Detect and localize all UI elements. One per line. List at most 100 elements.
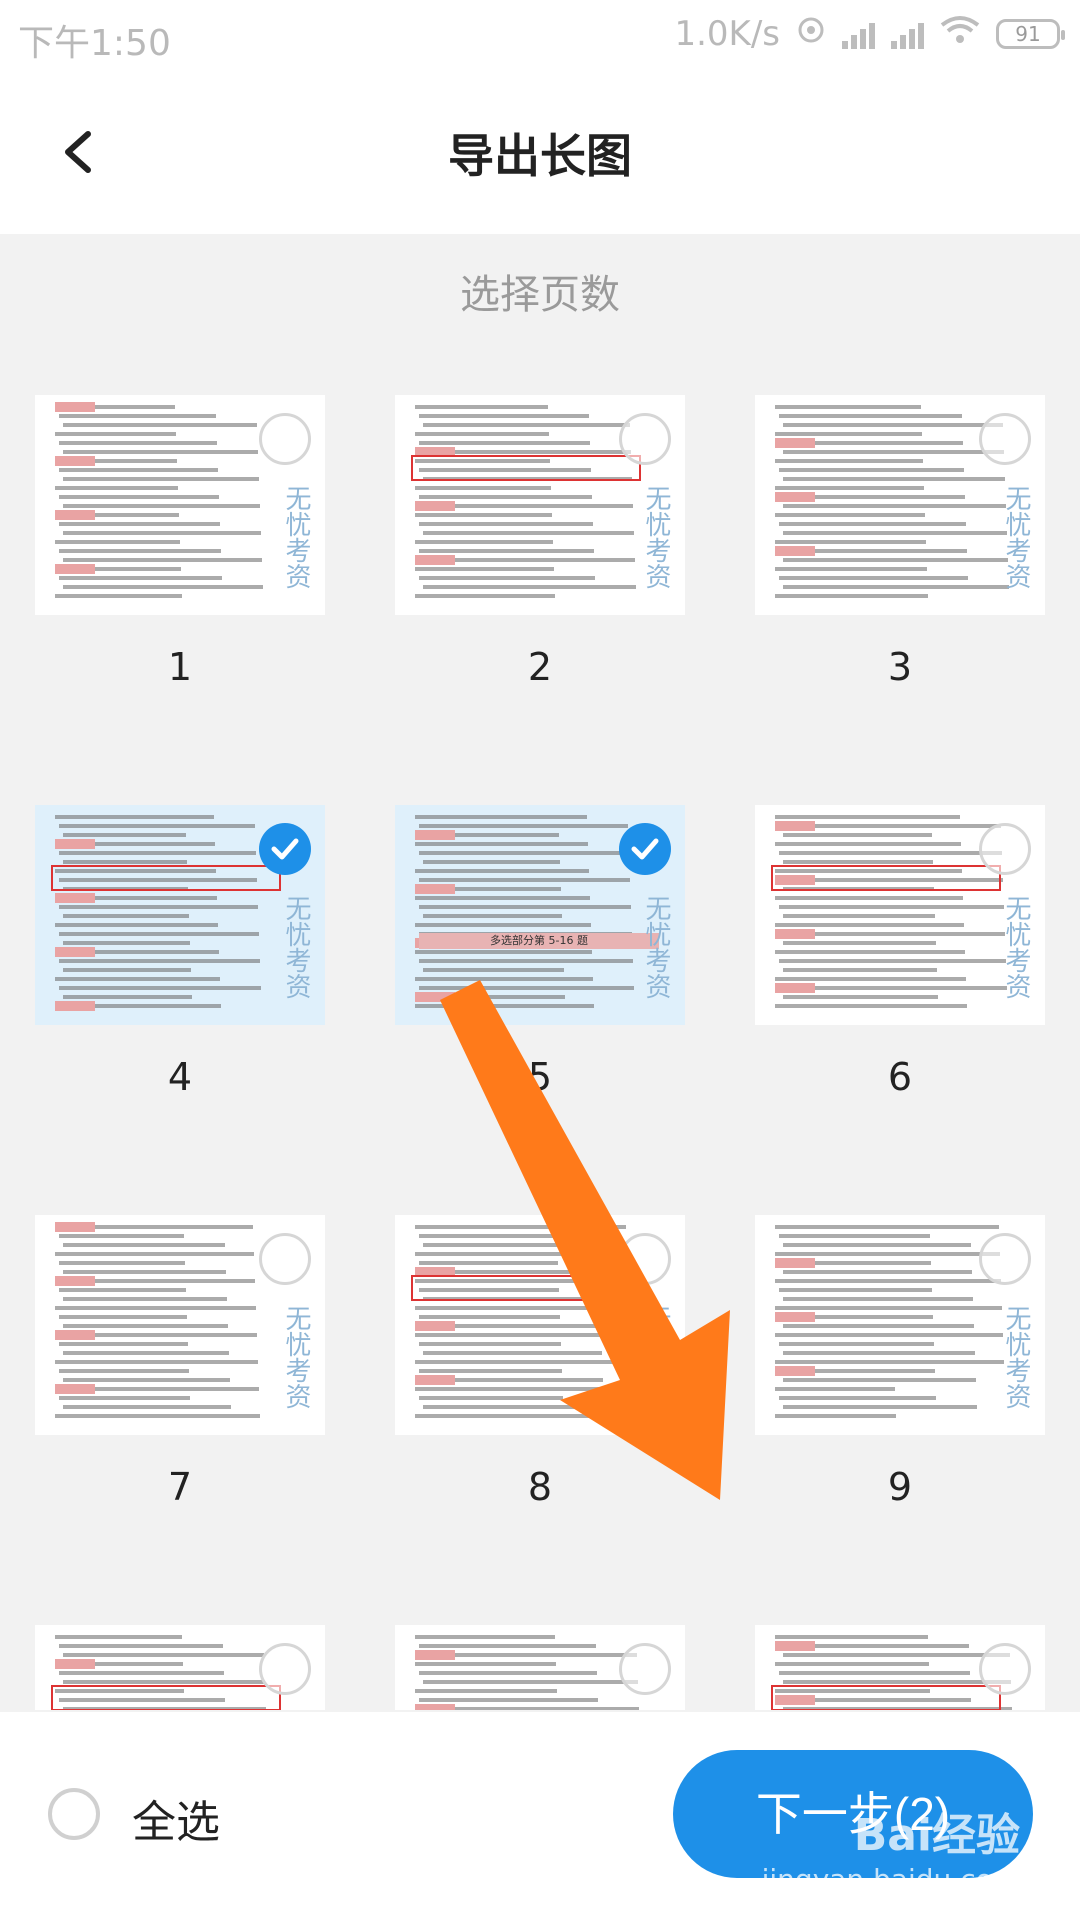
thumb-text-line <box>415 1414 633 1418</box>
thumb-watermark: 无忧考资 <box>641 1305 671 1409</box>
thumb-text-line <box>779 1234 930 1238</box>
thumb-highlight <box>55 839 95 849</box>
thumb-text-line <box>55 1252 254 1256</box>
page-thumb-cell[interactable]: 无忧考资 7 <box>35 1215 325 1515</box>
thumb-text-line <box>63 477 259 481</box>
thumb-text-line <box>63 941 190 945</box>
thumb-text-line <box>423 1653 637 1657</box>
thumb-text-line <box>419 851 629 855</box>
thumb-text-line <box>59 1234 184 1238</box>
thumb-text-line <box>775 1252 1000 1256</box>
page-thumb-cell[interactable]: 无忧考资 6 <box>755 805 1045 1105</box>
page-thumb-cell[interactable]: 无忧考资 1 <box>35 395 325 695</box>
thumb-highlight <box>775 492 815 502</box>
page-thumb-cell[interactable]: 无忧考资 3 <box>755 395 1045 695</box>
thumb-text-line <box>59 986 261 990</box>
status-time: 下午1:50 <box>18 23 171 64</box>
thumb-text-line <box>779 468 964 472</box>
page-thumbnail[interactable]: 无忧考资 <box>35 395 325 615</box>
page-thumbnail[interactable]: 无忧考资 <box>755 395 1045 615</box>
thumb-text-line <box>415 950 592 954</box>
thumb-text-line <box>783 1351 975 1355</box>
thumb-text-line <box>55 977 220 981</box>
page-thumb-cell[interactable]: 无忧考资 <box>35 1625 325 1710</box>
thumb-boxed-text <box>51 1685 281 1710</box>
thumb-text-line <box>55 486 178 490</box>
thumb-text-line <box>419 1396 563 1400</box>
checkmark-icon[interactable] <box>619 823 671 875</box>
thumb-highlight <box>55 510 95 520</box>
select-radio[interactable] <box>979 1233 1031 1285</box>
select-radio[interactable] <box>259 1643 311 1695</box>
page-thumbnail[interactable]: 无忧考资 <box>35 1215 325 1435</box>
page-thumb-cell[interactable]: 无忧考资 <box>395 1625 685 1710</box>
thumb-text-line <box>775 540 926 544</box>
thumb-text-line <box>775 1004 967 1008</box>
page-thumb-cell[interactable]: 无忧考资 8 <box>395 1215 685 1515</box>
thumb-text-line <box>419 986 634 990</box>
thumb-highlight <box>775 983 815 993</box>
thumb-text-line <box>419 414 589 418</box>
page-thumbnail[interactable]: 多选部分第 5-16 题无忧考资 <box>395 805 685 1025</box>
select-all-label[interactable]: 全选 <box>132 1786 220 1850</box>
thumb-text-line <box>415 1662 556 1666</box>
thumb-text-line <box>415 567 554 571</box>
thumb-text-line <box>775 1387 895 1391</box>
thumb-text-line <box>775 1279 1001 1283</box>
page-thumbnail[interactable]: 无忧考资 <box>395 1215 685 1435</box>
thumb-text-line <box>415 1387 632 1391</box>
page-thumbnail[interactable]: 无忧考资 <box>395 395 685 615</box>
page-thumb-cell[interactable]: 无忧考资 9 <box>755 1215 1045 1515</box>
thumb-text-line <box>783 1378 976 1382</box>
thumb-watermark: 无忧考资 <box>641 895 671 999</box>
page-thumb-cell[interactable]: 无忧考资 <box>755 1625 1045 1710</box>
thumb-text-line <box>423 423 630 427</box>
select-radio[interactable] <box>619 1233 671 1285</box>
thumb-text-line <box>419 905 631 909</box>
thumb-text-line <box>423 531 634 535</box>
battery-icon: 91 <box>996 19 1065 49</box>
thumb-text-line <box>783 833 932 837</box>
thumb-text-line <box>775 977 966 981</box>
thumb-text-line <box>59 851 256 855</box>
select-radio[interactable] <box>619 1643 671 1695</box>
select-radio[interactable] <box>619 413 671 465</box>
thumb-text-line <box>63 558 262 562</box>
select-all-radio[interactable] <box>48 1788 100 1840</box>
select-radio[interactable] <box>259 413 311 465</box>
page-thumbnail[interactable]: 无忧考资 <box>35 805 325 1025</box>
thumb-text-line <box>783 450 1004 454</box>
thumb-highlight <box>775 929 815 939</box>
page-thumbnail[interactable]: 无忧考资 <box>755 1215 1045 1435</box>
thumb-text-line <box>55 1414 260 1418</box>
thumb-text-line <box>775 459 923 463</box>
page-thumbnail[interactable]: 无忧考资 <box>395 1625 685 1710</box>
select-radio[interactable] <box>979 1643 1031 1695</box>
checkmark-icon[interactable] <box>259 823 311 875</box>
thumb-text-line <box>415 1635 555 1639</box>
thumb-boxed-text <box>51 865 281 891</box>
thumb-text-line <box>415 923 591 927</box>
thumb-text-line <box>423 1243 598 1247</box>
thumb-text-line <box>783 585 1009 589</box>
thumb-watermark: 无忧考资 <box>1001 1305 1031 1409</box>
thumb-text-line <box>423 860 560 864</box>
select-radio[interactable] <box>979 413 1031 465</box>
page-thumb-cell[interactable]: 无忧考资 2 <box>395 395 685 695</box>
page-thumbnail[interactable]: 无忧考资 <box>35 1625 325 1710</box>
select-radio[interactable] <box>259 1233 311 1285</box>
page-thumb-cell[interactable]: 无忧考资 4 <box>35 805 325 1105</box>
thumb-text-line <box>415 1004 594 1008</box>
thumb-text-line <box>783 1324 974 1328</box>
thumb-text-line <box>419 1644 596 1648</box>
thumb-text-line <box>419 1671 597 1675</box>
page-number: 1 <box>167 645 193 689</box>
page-thumbnail[interactable]: 无忧考资 <box>755 1625 1045 1710</box>
page-thumb-cell[interactable]: 多选部分第 5-16 题无忧考资 5 <box>395 805 685 1105</box>
page-number: 2 <box>527 645 553 689</box>
page-number: 5 <box>527 1055 553 1099</box>
thumb-highlight <box>415 884 455 894</box>
page-thumbnail[interactable]: 无忧考资 <box>755 805 1045 1025</box>
thumb-text-line <box>63 423 257 427</box>
select-radio[interactable] <box>979 823 1031 875</box>
